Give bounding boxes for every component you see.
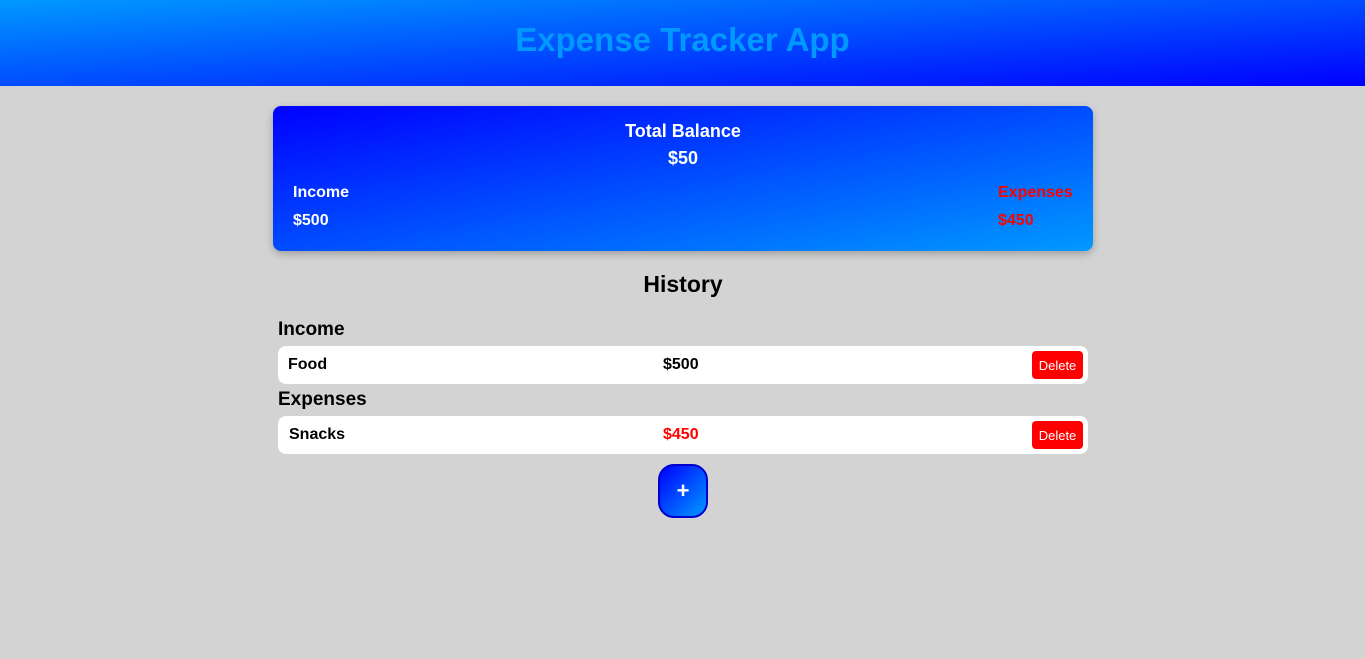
expenses-section-title: Expenses: [278, 389, 367, 410]
transaction-name: Snacks: [289, 426, 346, 443]
transaction-name: Food: [288, 356, 328, 373]
income-summary-value: $500: [293, 212, 329, 229]
expense-list-item: Snacks $450 Delete: [278, 416, 1088, 454]
expenses-summary-value: $450: [998, 212, 1034, 229]
transaction-amount: $500: [663, 356, 699, 373]
balance-card: Total Balance $50 Income $500 Expenses $…: [273, 106, 1093, 251]
expenses-summary-label: Expenses: [998, 184, 1073, 201]
total-balance-label: Total Balance: [625, 121, 741, 141]
delete-expense-button[interactable]: Delete: [1032, 421, 1083, 449]
income-summary: Income $500: [293, 184, 349, 230]
income-section-title: Income: [278, 319, 345, 340]
income-summary-label: Income: [293, 184, 350, 201]
delete-income-button[interactable]: Delete: [1032, 351, 1083, 379]
app-header: Expense Tracker App: [0, 0, 1365, 86]
transaction-amount: $450: [663, 426, 699, 443]
total-balance-value: $50: [667, 148, 699, 168]
history-title: History: [643, 271, 723, 297]
app-title: Expense Tracker App: [515, 21, 850, 58]
expenses-summary: Expenses $450: [998, 184, 1073, 230]
add-transaction-button[interactable]: +: [658, 464, 708, 518]
income-list-item: Food $500 Delete: [278, 346, 1088, 384]
